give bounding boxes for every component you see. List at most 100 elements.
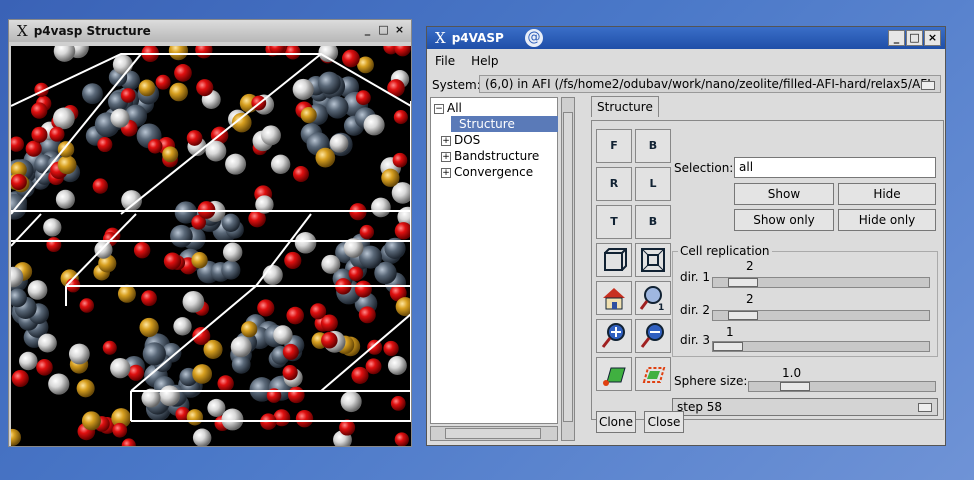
minimize-icon[interactable]: _ [888,30,905,46]
p4vasp-titlebar[interactable]: X p4VASP @ _ □ × [427,27,945,49]
hide-only-button[interactable]: Hide only [838,209,936,231]
top-view-icon[interactable]: T [596,205,632,239]
dir2-slider[interactable] [712,310,930,321]
minimize-icon[interactable]: _ [360,23,375,37]
oxygen-atom [127,364,144,381]
close-icon[interactable]: × [392,23,407,37]
system-label: System: [432,78,481,92]
system-selector[interactable]: (6,0) in AFI (/fs/home2/odubav/work/nano… [479,75,941,93]
hydrogen-atom [230,336,252,358]
dir2-label: dir. 2 [680,303,711,317]
back-view-icon[interactable]: B [635,129,671,163]
oxygen-atom [79,298,95,313]
cell-select-icon[interactable] [596,357,632,391]
left-view-icon[interactable]: L [635,167,671,201]
menu-file[interactable]: File [427,54,463,68]
oxygen-atom [195,46,213,59]
hydrogen-atom [273,325,293,345]
oxygen-atom [282,343,299,360]
zoom-in-icon[interactable] [596,319,632,353]
expand-icon[interactable]: + [441,167,451,178]
oxygen-atom [133,241,151,259]
front-view-icon[interactable]: F [596,129,632,163]
slider-thumb[interactable] [728,278,758,287]
slider-thumb[interactable] [728,311,758,320]
carbon-atom [82,83,103,105]
oxygen-atom [358,306,376,324]
zoom-out-icon[interactable] [635,319,671,353]
structure-titlebar[interactable]: X p4vasp Structure _ □ × [9,20,411,42]
oxygen-atom [351,366,369,384]
oxygen-atom [365,358,382,375]
collapse-icon[interactable]: − [434,103,444,114]
tree-item-dos[interactable]: + DOS [441,132,480,148]
tree-horizontal-scrollbar[interactable] [430,426,558,441]
oxygen-atom [197,201,216,219]
show-only-button[interactable]: Show only [734,209,834,231]
hydrogen-atom [48,373,70,395]
oxygen-atom [390,396,406,411]
swirl-logo-icon: @ [525,29,543,47]
dir1-slider[interactable] [712,277,930,288]
hydrogen-atom [340,391,362,413]
right-view-icon[interactable]: R [596,167,632,201]
selection-input[interactable]: all [734,157,936,178]
oxygen-atom [46,237,62,253]
step-selector[interactable]: step 58 [672,398,938,416]
oxygen-atom [285,46,301,60]
svg-text:1: 1 [658,303,664,313]
maximize-icon[interactable]: □ [376,23,391,37]
sphere-size-label: Sphere size: [674,374,748,388]
structure-window-title: p4vasp Structure [33,24,151,38]
x-app-icon: X [17,22,28,40]
expand-icon[interactable]: + [441,151,451,162]
menu-help[interactable]: Help [463,54,506,68]
carbon-atom [231,354,251,374]
silicon-atom [138,79,156,97]
hydrogen-atom [94,240,113,259]
selection-label: Selection: [674,161,734,175]
home-icon[interactable] [596,281,632,315]
oxygen-atom [257,299,275,317]
tab-structure[interactable]: Structure [591,96,659,117]
menubar: File Help [427,50,945,72]
expand-icon[interactable]: + [441,135,451,146]
hydrogen-atom [182,290,205,313]
maximize-icon[interactable]: □ [906,30,923,46]
dir3-label: dir. 3 [680,333,711,347]
silicon-atom [57,141,75,158]
bottom-view-icon[interactable]: B [635,205,671,239]
structure-canvas[interactable] [11,46,411,446]
cube-orthogonal-icon[interactable] [635,243,671,277]
oxygen-atom [295,410,314,428]
cell-edit-icon[interactable] [635,357,671,391]
system-row: System: (6,0) in AFI (/fs/home2/odubav/w… [427,75,945,95]
clone-button[interactable]: Clone [596,411,636,433]
hydrogen-atom [43,218,62,237]
sphere-size-slider[interactable] [748,381,936,392]
p4vasp-window-title: p4VASP [451,31,504,45]
tree-item-structure[interactable]: Structure [451,116,558,132]
slider-thumb[interactable] [713,342,743,351]
dir3-slider[interactable] [712,341,930,352]
oxygen-atom [155,74,171,90]
close-icon[interactable]: × [924,30,941,46]
hide-button[interactable]: Hide [838,183,936,205]
slider-thumb[interactable] [780,382,810,391]
cube-perspective-icon[interactable] [596,243,632,277]
close-button[interactable]: Close [644,411,684,433]
scroll-thumb[interactable] [445,428,541,439]
oxygen-atom [25,140,42,157]
hydrogen-atom [173,317,192,336]
oxygen-atom [367,339,383,355]
zoom-reset-icon[interactable]: 1 [635,281,671,315]
carbon-atom [170,224,193,248]
hydrogen-atom [225,153,247,175]
tree-item-all[interactable]: − All [434,100,462,116]
tree-item-bandstructure[interactable]: + Bandstructure [441,148,539,164]
tree-vertical-scrollbar[interactable] [561,97,575,441]
structure-window: X p4vasp Structure _ □ × [8,19,412,447]
scroll-thumb[interactable] [563,112,573,422]
tree-item-convergence[interactable]: + Convergence [441,164,533,180]
show-button[interactable]: Show [734,183,834,205]
